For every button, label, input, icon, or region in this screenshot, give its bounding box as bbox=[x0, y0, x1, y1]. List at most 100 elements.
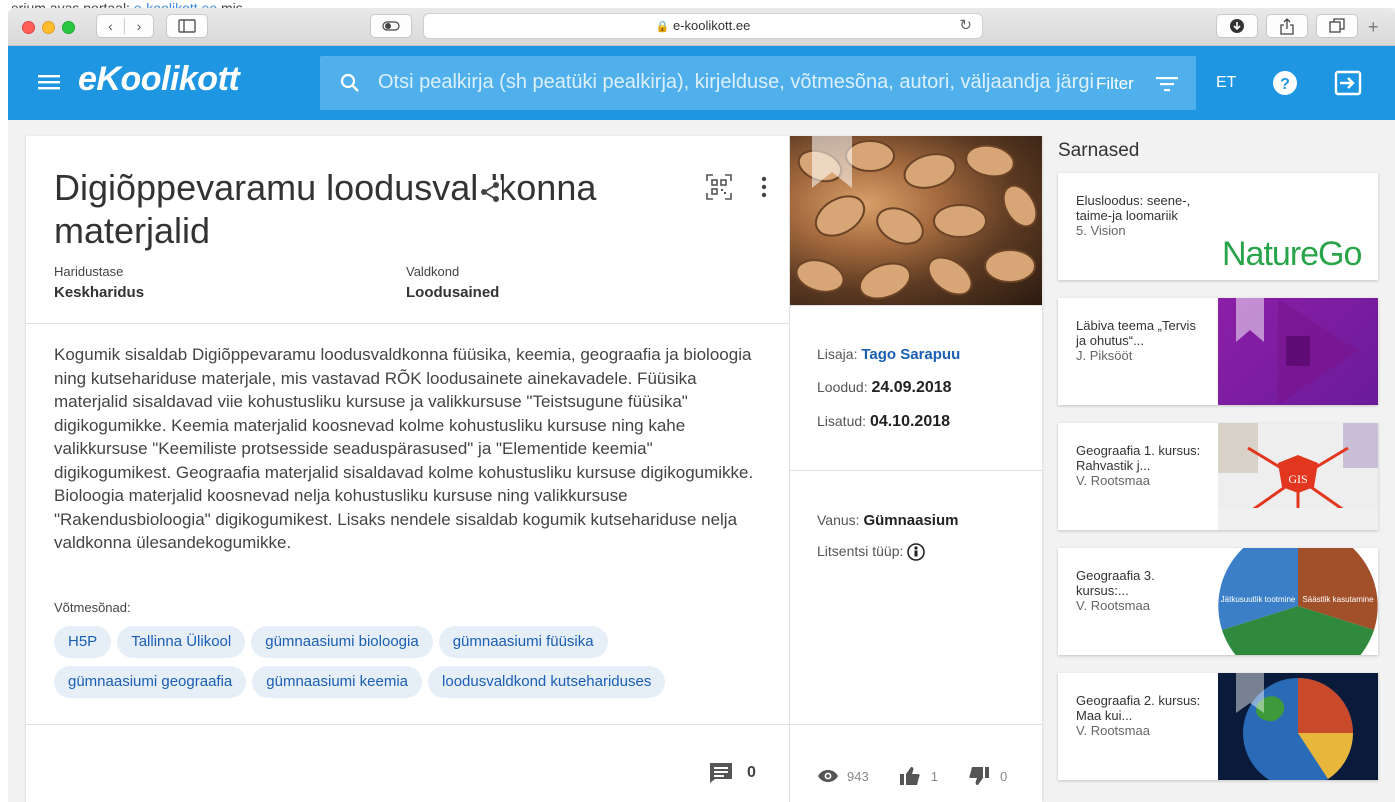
added-by-label: Lisaja: bbox=[817, 346, 858, 362]
gis-diagram-graphic: GIS bbox=[1218, 423, 1378, 530]
license-row: Litsentsi tüüp: bbox=[817, 543, 926, 562]
level-label: Haridustase bbox=[54, 264, 124, 279]
domain-label: Valdkond bbox=[406, 264, 460, 279]
material-card: Digiõppevaramu loodusvaldkonna materjali… bbox=[26, 136, 1042, 802]
keyword-chip[interactable]: gümnaasiumi geograafia bbox=[54, 666, 247, 698]
similar-card-title: Läbiva teema „Tervis ja ohutus“... bbox=[1076, 318, 1196, 348]
keyword-chip[interactable]: Tallinna Ülikool bbox=[117, 626, 246, 658]
forward-icon[interactable]: › bbox=[125, 18, 153, 34]
similar-card-text: Läbiva teema „Tervis ja ohutus“... J. Pik… bbox=[1076, 318, 1206, 363]
similar-card-author: V. Rootsmaa bbox=[1076, 473, 1150, 488]
comments-counter[interactable]: 0 bbox=[709, 762, 756, 784]
reload-icon[interactable]: ↻ bbox=[959, 14, 972, 38]
site-logo[interactable]: eKoolikott bbox=[78, 60, 240, 99]
purple-thumbnail-graphic bbox=[1236, 298, 1358, 405]
downloads-button[interactable] bbox=[1216, 14, 1258, 38]
similar-card-text: Geograafia 1. kursus: Rahvastik j... V. R… bbox=[1076, 443, 1206, 488]
divider bbox=[789, 305, 1042, 306]
earth-thumbnail-graphic bbox=[1236, 673, 1353, 780]
domain-value: Loodusained bbox=[406, 284, 500, 301]
lock-icon: 🔒 bbox=[655, 21, 670, 33]
license-attribution-icon[interactable] bbox=[907, 543, 926, 562]
yeast-cells-illustration bbox=[795, 136, 1038, 300]
minimize-window-button[interactable] bbox=[42, 21, 55, 34]
qr-code-icon[interactable] bbox=[706, 174, 732, 200]
new-tab-button[interactable]: + bbox=[1368, 17, 1379, 38]
age-row: Vanus: Gümnaasium bbox=[817, 512, 958, 529]
level-value: Keskharidus bbox=[54, 284, 145, 301]
back-icon[interactable]: ‹ bbox=[97, 18, 125, 34]
share-icon bbox=[1280, 17, 1294, 35]
login-icon[interactable] bbox=[1334, 70, 1362, 96]
language-button[interactable]: ET bbox=[1216, 74, 1236, 92]
created-date: 24.09.2018 bbox=[871, 379, 952, 396]
comments-count: 0 bbox=[747, 764, 756, 781]
address-bar[interactable]: 🔒 e-koolikott.ee ↻ bbox=[423, 13, 983, 39]
logo-text: eKoolikott bbox=[78, 60, 240, 98]
share-icon[interactable] bbox=[478, 180, 502, 204]
share-button[interactable] bbox=[1266, 14, 1308, 38]
search-icon bbox=[340, 73, 359, 92]
background-page-top: sterium avas portaal: e-koolikott.ee mis bbox=[0, 0, 1395, 8]
keyword-chip[interactable]: loodusvaldkond kutsehariduses bbox=[428, 666, 666, 698]
keyword-chip[interactable]: H5P bbox=[54, 626, 112, 658]
keyword-chip[interactable]: gümnaasiumi bioloogia bbox=[251, 626, 433, 658]
likes-count: 1 bbox=[930, 768, 938, 784]
added-label: Lisatud: bbox=[817, 413, 867, 429]
similar-card[interactable]: Elusloodus: seene-, taime-ja loomariik 5.… bbox=[1058, 173, 1378, 280]
thumbs-up-icon[interactable] bbox=[899, 766, 921, 786]
back-forward-buttons[interactable]: ‹ › bbox=[96, 14, 154, 38]
similar-card-text: Elusloodus: seene-, taime-ja loomariik 5.… bbox=[1076, 193, 1206, 238]
age-value: Gümnaasium bbox=[863, 512, 959, 529]
comment-icon bbox=[710, 763, 732, 783]
similar-card-thumbnail bbox=[1218, 298, 1378, 405]
author-link[interactable]: Tago Sarapuu bbox=[861, 346, 960, 363]
help-icon[interactable]: ? bbox=[1272, 70, 1298, 96]
similar-card[interactable]: Geograafia 2. kursus: Maa kui... V. Roots… bbox=[1058, 673, 1378, 780]
similar-card[interactable]: Läbiva teema „Tervis ja ohutus“... J. Pik… bbox=[1058, 298, 1378, 405]
similar-card-author: J. Piksööt bbox=[1076, 348, 1133, 363]
similar-card-thumbnail: GIS bbox=[1218, 423, 1378, 530]
added-row: Lisatud: 04.10.2018 bbox=[817, 413, 950, 431]
search-input[interactable]: Otsi pealkirja (sh peatüki pealkirja), k… bbox=[378, 71, 1098, 94]
keyword-chip[interactable]: gümnaasiumi keemia bbox=[252, 666, 423, 698]
zoom-window-button[interactable] bbox=[62, 21, 75, 34]
added-by-row: Lisaja: Tago Sarapuu bbox=[817, 346, 960, 363]
added-date: 04.10.2018 bbox=[869, 413, 951, 430]
close-window-button[interactable] bbox=[22, 21, 35, 34]
similar-card[interactable]: Geograafia 1. kursus: Rahvastik j... V. R… bbox=[1058, 423, 1378, 530]
naturego-logo-text: NatureGo bbox=[1222, 235, 1362, 273]
sidebar-toggle-button[interactable] bbox=[166, 14, 208, 38]
similar-card-title: Elusloodus: seene-, taime-ja loomariik bbox=[1076, 193, 1191, 223]
search-bar[interactable]: Otsi pealkirja (sh peatüki pealkirja), k… bbox=[320, 56, 1196, 110]
similar-card[interactable]: Geograafia 3. kursus:... V. Rootsmaa Jätk… bbox=[1058, 548, 1378, 655]
eye-icon bbox=[818, 770, 838, 782]
filter-icon[interactable] bbox=[1156, 76, 1178, 92]
more-options-icon[interactable] bbox=[760, 176, 768, 198]
material-cover-image bbox=[790, 136, 1042, 305]
views-count: 943 bbox=[847, 768, 869, 784]
similar-card-thumbnail: Jätkusuutlik tootmine Säästlik kasutamin… bbox=[1218, 548, 1378, 655]
filter-label[interactable]: Filter bbox=[1096, 74, 1134, 94]
thumbs-down-icon[interactable] bbox=[968, 766, 990, 786]
keyword-chip[interactable]: gümnaasiumi füüsika bbox=[438, 626, 608, 658]
menu-icon[interactable] bbox=[38, 73, 60, 91]
pie-label-right: Säästlik kasutamine bbox=[1302, 595, 1374, 604]
browser-window: ‹ › 🔒 e-koolikott.ee ↻ + eKoolikott Otsi… bbox=[8, 8, 1395, 802]
keywords-label: Võtmesõnad: bbox=[54, 600, 131, 615]
tabs-overview-button[interactable] bbox=[1316, 14, 1358, 38]
stats-row: 943 1 0 bbox=[817, 766, 1007, 786]
similar-card-text: Geograafia 2. kursus: Maa kui... V. Roots… bbox=[1076, 693, 1206, 738]
reader-toggle-button[interactable] bbox=[370, 14, 412, 38]
similar-card-author: 5. Vision bbox=[1076, 223, 1126, 238]
tabs-icon bbox=[1329, 18, 1345, 33]
gis-label: GIS bbox=[1288, 472, 1307, 486]
pie-label-left: Jätkusuutlik tootmine bbox=[1221, 595, 1296, 604]
similar-card-title: Geograafia 1. kursus: Rahvastik j... bbox=[1076, 443, 1201, 473]
url-text: e-koolikott.ee bbox=[673, 18, 751, 33]
similar-card-text: Geograafia 3. kursus:... V. Rootsmaa bbox=[1076, 568, 1206, 613]
similar-card-author: V. Rootsmaa bbox=[1076, 598, 1150, 613]
browser-titlebar: ‹ › 🔒 e-koolikott.ee ↻ + bbox=[8, 8, 1395, 46]
sidebar-icon bbox=[178, 19, 196, 33]
similar-card-thumbnail: NatureGo bbox=[1218, 173, 1378, 280]
